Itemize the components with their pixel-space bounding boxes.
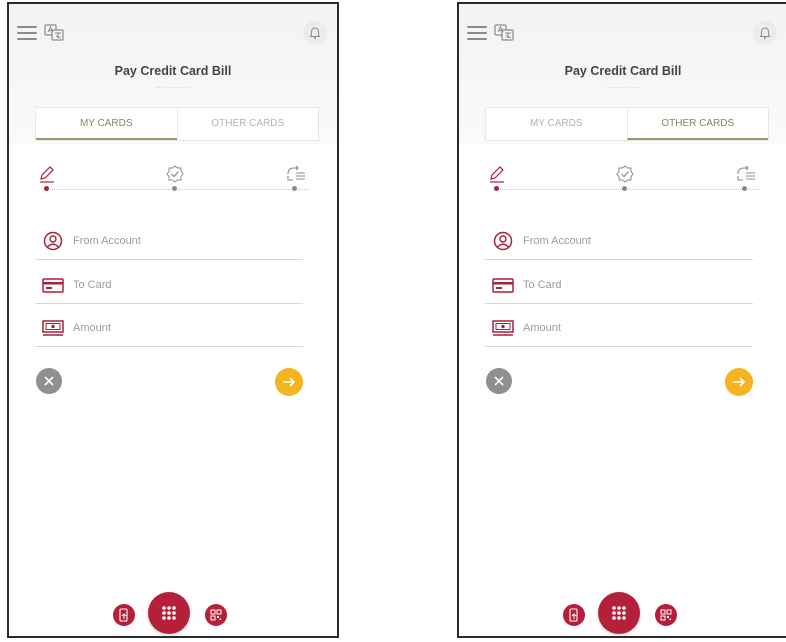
bell-icon[interactable] <box>753 21 777 45</box>
card-type-tabs: MY CARDS OTHER CARDS <box>35 107 319 141</box>
account-user-icon <box>43 231 63 250</box>
cash-icon <box>492 319 514 336</box>
step-submit[interactable] <box>733 158 757 198</box>
language-toggle-icon[interactable] <box>44 23 64 43</box>
language-toggle-icon[interactable] <box>494 23 514 43</box>
page-title: Pay Credit Card Bill <box>564 64 682 78</box>
close-icon <box>44 376 54 386</box>
send-list-icon <box>287 165 305 181</box>
pencil-icon <box>40 166 54 183</box>
phone-screen-my-cards: Pay Credit Card Bill ............ MY CAR… <box>7 2 339 638</box>
card-type-tabs: MY CARDS OTHER CARDS <box>485 107 769 141</box>
cancel-button[interactable] <box>486 368 512 394</box>
progress-stepper <box>485 158 769 198</box>
step-verify[interactable] <box>163 158 187 198</box>
close-icon <box>494 376 504 386</box>
phone-pay-icon <box>119 608 128 622</box>
to-card-placeholder: To Card <box>73 278 112 291</box>
from-account-field[interactable]: From Account <box>35 222 303 260</box>
amount-field[interactable]: Amount <box>35 309 303 347</box>
step-verify[interactable] <box>613 158 637 198</box>
header: Pay Credit Card Bill ............ MY CAR… <box>459 4 786 144</box>
to-card-field[interactable]: To Card <box>35 266 303 304</box>
qr-code-button[interactable] <box>205 604 227 626</box>
phone-screen-other-cards: Pay Credit Card Bill ............ MY CAR… <box>457 2 786 638</box>
phone-pay-button[interactable] <box>113 604 135 626</box>
arrow-right-icon <box>733 377 746 387</box>
amount-field[interactable]: Amount <box>485 309 753 347</box>
account-user-icon <box>493 231 513 250</box>
qr-code-button[interactable] <box>655 604 677 626</box>
main-menu-button[interactable] <box>598 592 640 634</box>
progress-stepper <box>35 158 319 198</box>
hamburger-icon[interactable] <box>17 26 37 40</box>
step-edit[interactable] <box>485 158 509 198</box>
grid-menu-icon <box>612 606 626 620</box>
amount-placeholder: Amount <box>73 321 111 334</box>
tab-other-cards[interactable]: OTHER CARDS <box>626 108 768 140</box>
to-card-field[interactable]: To Card <box>485 266 753 304</box>
phone-pay-icon <box>569 608 578 622</box>
verify-badge-icon <box>616 165 634 183</box>
grid-menu-icon <box>162 606 176 620</box>
amount-placeholder: Amount <box>523 321 561 334</box>
phone-pay-button[interactable] <box>563 604 585 626</box>
from-account-field[interactable]: From Account <box>485 222 753 260</box>
tab-other-cards[interactable]: OTHER CARDS <box>176 108 319 140</box>
step-edit[interactable] <box>35 158 59 198</box>
to-card-placeholder: To Card <box>523 278 562 291</box>
qr-code-icon <box>210 609 222 621</box>
credit-card-icon <box>42 277 64 293</box>
bottom-nav <box>9 576 337 636</box>
header: Pay Credit Card Bill ............ MY CAR… <box>9 4 337 144</box>
cash-icon <box>42 319 64 336</box>
bottom-nav <box>459 576 786 636</box>
pencil-icon <box>490 166 504 183</box>
credit-card-icon <box>492 277 514 293</box>
tab-my-cards[interactable]: MY CARDS <box>486 108 627 140</box>
arrow-right-icon <box>283 377 296 387</box>
verify-badge-icon <box>166 165 184 183</box>
from-account-placeholder: From Account <box>73 234 141 247</box>
next-button[interactable] <box>725 368 753 396</box>
main-menu-button[interactable] <box>148 592 190 634</box>
next-button[interactable] <box>275 368 303 396</box>
title-underline-dots: ............ <box>605 83 641 90</box>
tab-my-cards[interactable]: MY CARDS <box>36 108 177 140</box>
qr-code-icon <box>660 609 672 621</box>
hamburger-icon[interactable] <box>467 26 487 40</box>
step-submit[interactable] <box>283 158 307 198</box>
from-account-placeholder: From Account <box>523 234 591 247</box>
bell-icon[interactable] <box>303 21 327 45</box>
title-underline-dots: ............ <box>155 83 191 90</box>
page-title: Pay Credit Card Bill <box>114 64 232 78</box>
cancel-button[interactable] <box>36 368 62 394</box>
send-list-icon <box>737 165 755 181</box>
